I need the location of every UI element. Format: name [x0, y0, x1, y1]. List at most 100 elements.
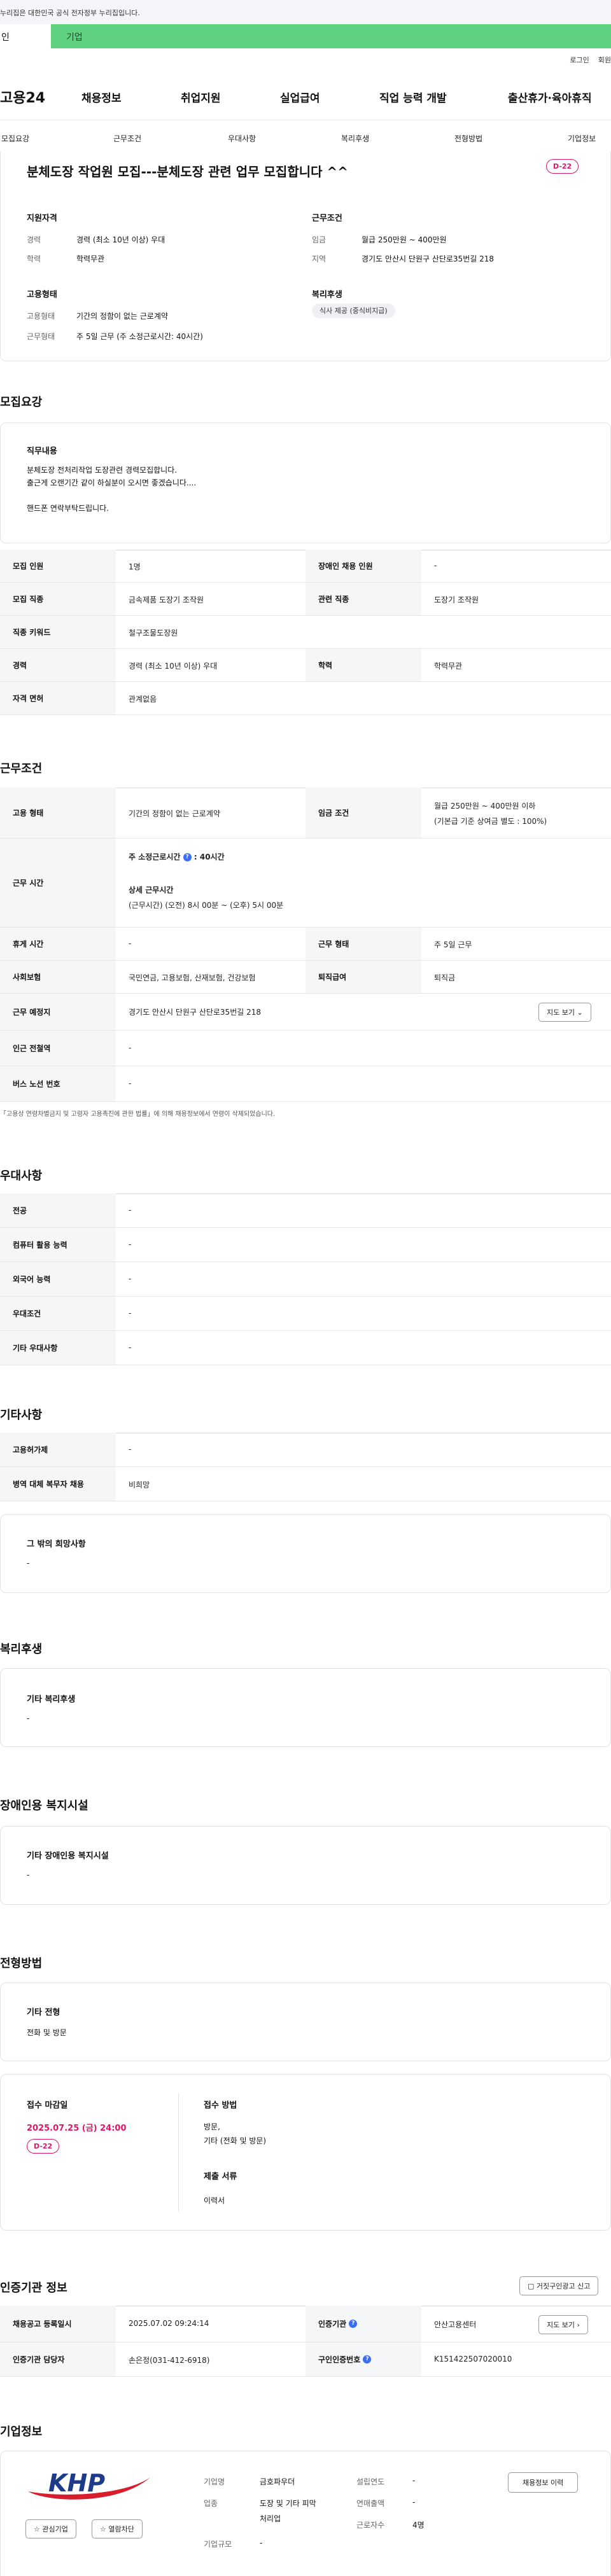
site-logo[interactable]: 고용24	[0, 87, 45, 107]
disabled-section-title: 장애인용 복지시설	[0, 1799, 88, 1813]
cert-id-help-icon[interactable]: ?	[363, 2355, 372, 2364]
company-size-label: 기업규모	[204, 2540, 232, 2549]
founded-label: 설립연도	[356, 2477, 385, 2486]
subnav-benefits[interactable]: 복리후생	[341, 133, 369, 144]
gnb-item-parental-leave[interactable]: 출산휴가·육아휴직	[508, 89, 592, 105]
insurance-value: 국민연금, 고용보험, 산재보험, 건강보험	[129, 973, 256, 982]
industry-label: 업종	[204, 2499, 218, 2508]
employees-value: 4명	[412, 2521, 425, 2530]
major-label: 전공	[0, 1194, 116, 1227]
subnav-work-conditions[interactable]: 근무조건	[113, 133, 141, 144]
dday-text: D-22	[546, 159, 579, 174]
cert-id-label-text: 구인인증번호	[318, 2355, 361, 2364]
agency-value: 안산고용센터	[434, 2320, 477, 2329]
work-place-value: 경기도 안산시 단원구 산단로35번길 218	[129, 1008, 261, 1017]
work-form-table-value: 주 5일 근무	[434, 940, 472, 949]
etc-row-military: 병역 대체 복무자 채용 비희망	[0, 1467, 611, 1501]
method-label: 접수 방법	[204, 2101, 237, 2110]
agency-map-button-label: 지도 보기 ›	[538, 2315, 588, 2334]
gnb-item-employment-support[interactable]: 취업지원	[181, 89, 221, 105]
false-ad-report-button[interactable]: ▢ 거짓구인광고 신고	[519, 2276, 599, 2295]
subnav-screening[interactable]: 전형방법	[454, 133, 482, 144]
work-section-title: 근무조건	[0, 762, 43, 776]
method-value-2: 기타 (전화 및 방문)	[204, 2136, 267, 2145]
work-place-label: 근무 예정지	[0, 994, 116, 1030]
military-label: 병역 대체 복무자 채용	[0, 1467, 116, 1501]
duty-line-1: 분체도장 전처리작업 도장관련 경력모집합니다.	[27, 466, 178, 475]
job-history-text: 채용정보 이력	[508, 2472, 579, 2493]
qualification-heading: 지원자격	[27, 214, 57, 223]
deadline-dday: D-22	[27, 2139, 60, 2154]
recruit-row-keyword: 직종 키워드 철구조물도장원	[0, 616, 611, 649]
job-title: 분체도장 작업원 모집---분체도장 관련 업무 모집합니다 ^^	[27, 164, 348, 179]
duty-line-2: 출근게 오랜기간 같이 하실분이 오시면 좋겠습니다....	[27, 478, 197, 487]
tab-company[interactable]: 기업	[51, 24, 611, 48]
major-value: -	[129, 1206, 132, 1215]
agency-help-icon[interactable]: ?	[349, 2320, 358, 2328]
interest-company-button[interactable]: ☆ 관심기업	[25, 2519, 76, 2538]
company-section-title: 기업정보	[0, 2425, 43, 2439]
prefer-row-computer: 컴퓨터 활용 능력 -	[0, 1228, 611, 1262]
prefer-condition-label: 우대조건	[0, 1297, 116, 1330]
job-history-button[interactable]: 채용정보 이력	[508, 2472, 579, 2493]
utility-links: 로그인 회원	[570, 55, 611, 65]
deadline-value: 2025.07.25 (금) 24:00	[27, 2124, 127, 2133]
permit-label: 고용허가제	[0, 1433, 116, 1466]
subnav-company[interactable]: 기업정보	[568, 133, 596, 144]
map-button[interactable]: 지도 보기 ⌄	[538, 1003, 591, 1022]
employment-type-label: 고용형태	[27, 312, 55, 321]
sales-label: 연매출액	[356, 2499, 385, 2508]
wage-value: 월급 250만원 ~ 400만원	[362, 235, 447, 244]
prefer-other-label: 기타 우대사항	[0, 1331, 116, 1365]
work-form-value: 주 5일 근무 (주 소정근로시간: 40시간)	[76, 332, 203, 341]
recruit-section-title: 모집요강	[0, 396, 43, 409]
language-value: -	[129, 1274, 132, 1283]
star-icon: ☆	[34, 2525, 40, 2533]
subnav-preferences[interactable]: 우대사항	[228, 133, 256, 144]
employment-form-label: 고용 형태	[0, 788, 116, 838]
detail-hours-value: (근무시간) (오전) 8시 00분 ~ (오후) 5시 00분	[129, 901, 284, 910]
manager-label: 인증기관 담당자	[0, 2343, 116, 2376]
block-view-label: ☆ 열람차단	[92, 2519, 143, 2538]
tab-person[interactable]: 인	[0, 24, 51, 48]
detail-hours-label: 상세 근무시간	[129, 886, 174, 895]
headcount-value: 1명	[129, 562, 141, 571]
language-label: 외국어 능력	[0, 1262, 116, 1296]
work-row-break: 휴게 시간 - 근무 형태 주 5일 근무	[0, 928, 611, 961]
job-keyword-label: 직종 키워드	[0, 616, 116, 648]
table-career-label: 경력	[0, 649, 116, 681]
other-wish-heading: 그 밖의 희망사항	[27, 1540, 86, 1549]
gnb-item-jobs[interactable]: 채용정보	[81, 89, 122, 105]
job-type-label: 모집 직종	[0, 583, 116, 615]
work-row-station: 인근 전철역 -	[0, 1031, 611, 1066]
gov-notice-text: 누리집은 대한민국 공식 전자정부 누리집입니다.	[0, 9, 140, 17]
age-law-note: 「고용상 연령차별금지 및 고령자 고용촉진에 관한 법률」에 의해 채용정보에…	[0, 1111, 276, 1118]
join-link[interactable]: 회원	[598, 55, 611, 65]
agency-row-registered: 채용공고 등록일시 2025.07.02 09:24:14 인증기관 ? 안산고…	[0, 2306, 611, 2343]
agency-map-button[interactable]: 지도 보기 ›	[538, 2315, 588, 2334]
region-label: 지역	[312, 254, 327, 263]
career-label: 경력	[27, 235, 41, 244]
gnb-item-skill-development[interactable]: 직업 능력 개발	[379, 89, 447, 105]
industry-value-2: 처리업	[260, 2514, 281, 2523]
help-icon[interactable]: ?	[183, 853, 192, 861]
application-divider	[178, 2093, 179, 2211]
work-form-label: 근무형태	[27, 332, 55, 341]
login-link[interactable]: 로그인	[570, 55, 589, 65]
disabled-card	[0, 1826, 611, 1905]
job-keyword-value: 철구조물도장원	[129, 629, 178, 637]
education-value: 학력무관	[76, 254, 105, 263]
block-view-button[interactable]: ☆ 열람차단	[92, 2519, 143, 2538]
prefer-row-major: 전공 -	[0, 1194, 611, 1228]
headcount-label: 모집 인원	[0, 550, 116, 582]
break-label: 휴게 시간	[0, 928, 116, 960]
subnav-recruit[interactable]: 모집요강	[1, 133, 29, 144]
false-ad-report-label: ▢ 거짓구인광고 신고	[519, 2276, 599, 2295]
gnb-item-unemployment-benefit[interactable]: 실업급여	[280, 89, 320, 105]
company-name-label: 기업명	[204, 2477, 225, 2486]
employees-label: 근로자수	[356, 2521, 385, 2530]
prefer-row-other: 기타 우대사항 -	[0, 1331, 611, 1365]
company-logo-text: KHP	[48, 2469, 105, 2497]
wage-label: 임금	[312, 235, 327, 244]
sales-value: -	[412, 2498, 416, 2507]
